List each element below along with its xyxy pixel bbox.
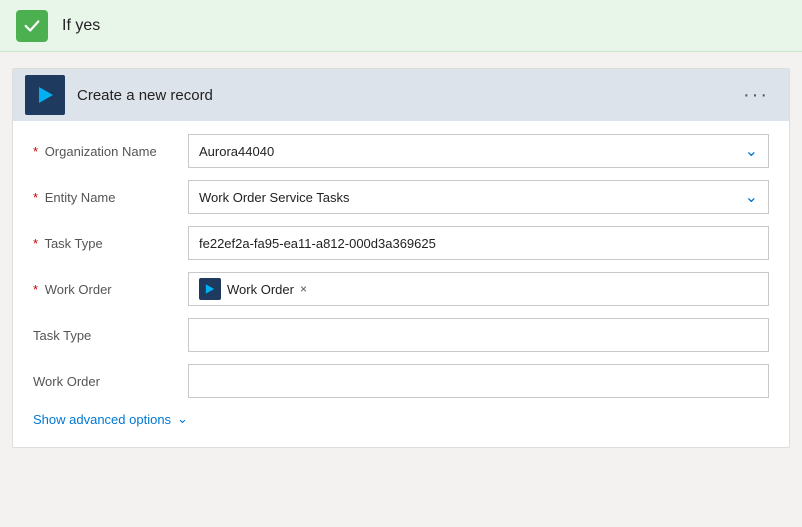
main-card: Create a new record ··· * Organization N…: [12, 68, 790, 448]
advanced-options-label: Show advanced options: [33, 412, 171, 427]
tag-play-icon: [204, 283, 216, 295]
label-task-type-required: * Task Type: [33, 236, 188, 251]
dropdown-entity-name-value: Work Order Service Tasks: [189, 190, 735, 205]
check-icon: [23, 17, 41, 35]
tag-icon-box: [199, 278, 221, 300]
play-icon: [35, 85, 55, 105]
chevron-down-icon-entity: ⌄: [735, 187, 768, 207]
dropdown-organization-name[interactable]: Aurora44040 ⌄: [188, 134, 769, 168]
chevron-down-icon: ⌄: [735, 141, 768, 161]
field-work-order-optional: Work Order: [33, 363, 769, 399]
chevron-down-icon-advanced: ⌄: [177, 411, 188, 427]
show-advanced-options-button[interactable]: Show advanced options ⌄: [33, 411, 769, 427]
card-body: * Organization Name Aurora44040 ⌄ * Enti…: [13, 121, 789, 447]
label-work-order-required: * Work Order: [33, 282, 188, 297]
check-icon-box: [16, 10, 48, 42]
label-work-order-optional: Work Order: [33, 374, 188, 389]
card-header: Create a new record ···: [13, 69, 789, 121]
card-menu-button[interactable]: ···: [735, 81, 777, 109]
field-work-order-required: * Work Order Work Order ×: [33, 271, 769, 307]
field-entity-name: * Entity Name Work Order Service Tasks ⌄: [33, 179, 769, 215]
header-bar: If yes: [0, 0, 802, 52]
required-star-entity: *: [33, 190, 38, 205]
input-task-type-optional[interactable]: [188, 318, 769, 352]
dropdown-entity-name[interactable]: Work Order Service Tasks ⌄: [188, 180, 769, 214]
label-organization-name: * Organization Name: [33, 144, 188, 159]
input-task-type-required[interactable]: [188, 226, 769, 260]
dropdown-organization-name-value: Aurora44040: [189, 144, 735, 159]
label-task-type-optional: Task Type: [33, 328, 188, 343]
card-icon-box: [25, 75, 65, 115]
field-task-type-optional: Task Type: [33, 317, 769, 353]
label-entity-name: * Entity Name: [33, 190, 188, 205]
tag-item-work-order: Work Order ×: [195, 276, 311, 302]
input-work-order-optional[interactable]: [188, 364, 769, 398]
card-title: Create a new record: [77, 87, 735, 104]
field-task-type-required: * Task Type: [33, 225, 769, 261]
required-star-task: *: [33, 236, 38, 251]
field-organization-name: * Organization Name Aurora44040 ⌄: [33, 133, 769, 169]
tag-label-work-order: Work Order: [227, 282, 294, 297]
required-star: *: [33, 144, 38, 159]
tag-close-button[interactable]: ×: [300, 282, 307, 296]
tag-field-work-order[interactable]: Work Order ×: [188, 272, 769, 306]
header-title: If yes: [62, 17, 100, 35]
required-star-work-order: *: [33, 282, 38, 297]
